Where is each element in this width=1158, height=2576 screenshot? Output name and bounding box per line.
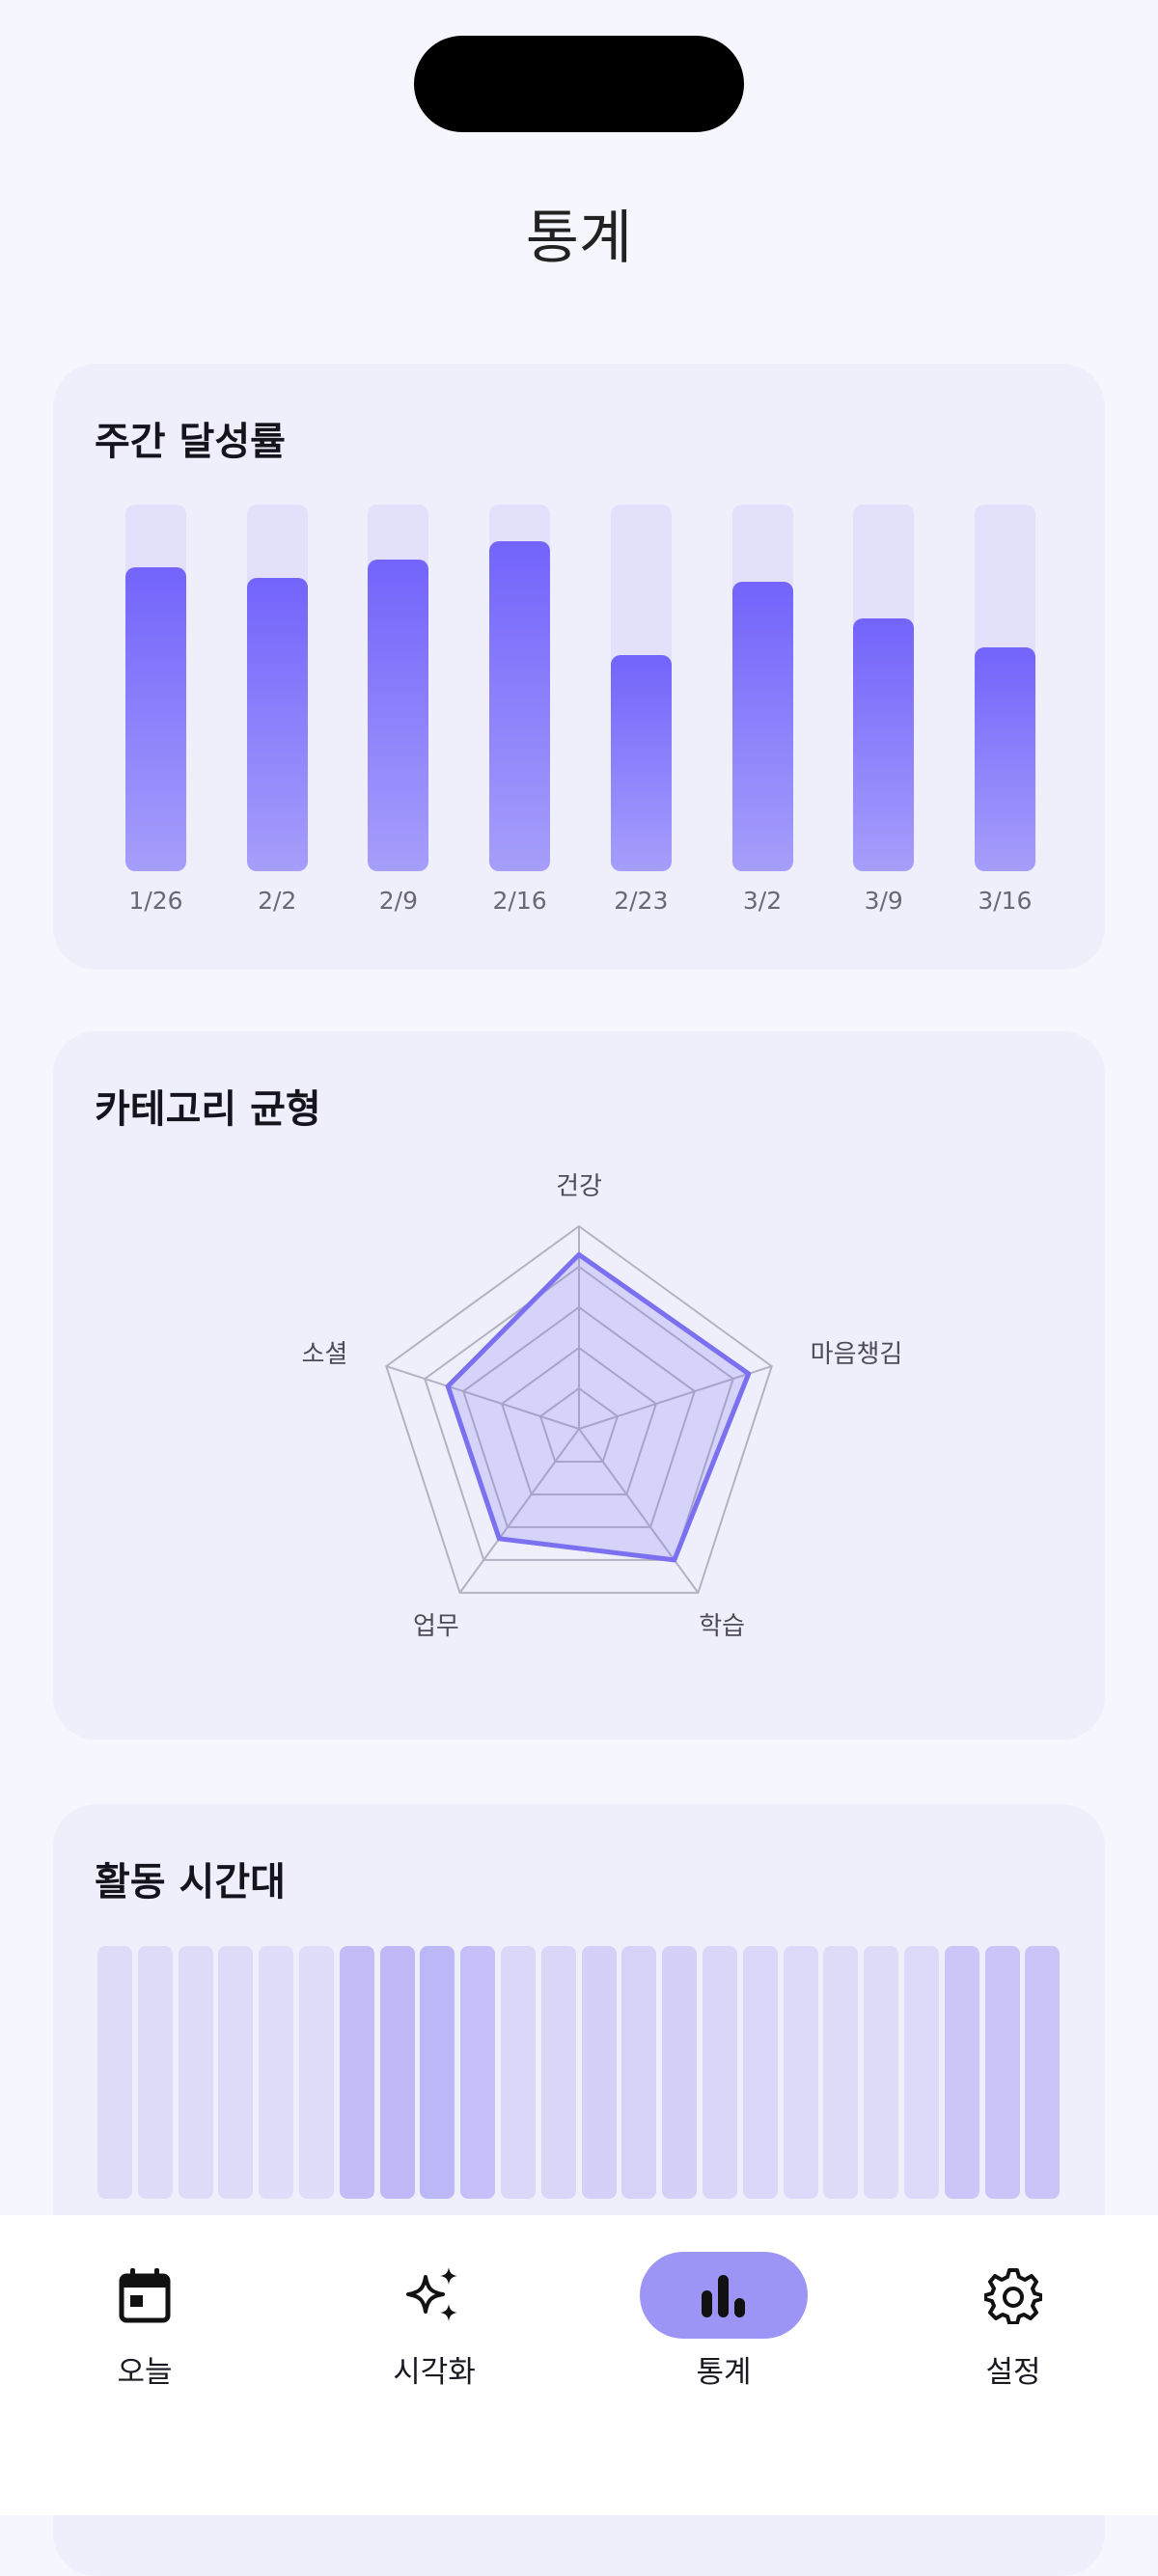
weekly-bar (853, 505, 915, 876)
weekly-bar (974, 505, 1035, 876)
nav-item-today[interactable]: 오늘 (29, 2215, 261, 2408)
bar-chart-icon (702, 2275, 745, 2317)
hour-cell (339, 1946, 374, 2199)
bottom-navigation: 오늘 시각화 통계 설정 (0, 2215, 1158, 2515)
hour-cell (944, 1946, 979, 2199)
gear-icon (984, 2268, 1042, 2324)
radar-axis-label: 마음챙김 (811, 1340, 903, 1369)
hour-cell (581, 1946, 617, 2199)
calendar-icon (119, 2268, 171, 2323)
hour-cell (501, 1946, 536, 2199)
nav-icon-wrap-settings (929, 2252, 1097, 2339)
weekly-bar-label: 3/9 (864, 887, 903, 915)
nav-item-settings[interactable]: 설정 (897, 2215, 1129, 2408)
hour-cell (703, 1946, 737, 2199)
hour-cell (823, 1946, 859, 2199)
camera-notch (414, 36, 744, 132)
weekly-bar-label: 2/2 (258, 887, 297, 915)
weekly-bar-fill (125, 566, 186, 871)
hour-cell (904, 1946, 939, 2199)
nav-label-today: 오늘 (117, 2355, 173, 2390)
hour-cell (218, 1946, 254, 2199)
page-title: 통계 (525, 205, 633, 272)
weekly-bar-fill (368, 560, 429, 871)
radar-axis-label: 업무 (413, 1612, 459, 1641)
radar-data-polygon (445, 1251, 752, 1563)
nav-label-settings: 설정 (985, 2355, 1041, 2390)
nav-label-stats: 통계 (696, 2355, 752, 2390)
hour-cell (783, 1946, 818, 2199)
weekly-card-title: 주간 달성률 (95, 420, 286, 464)
weekly-bar-fill (489, 541, 551, 871)
hour-cell (460, 1946, 496, 2199)
hour-cell (1025, 1946, 1061, 2199)
weekly-achievement-card: 주간 달성률 1/26 2/2 2/9 2/16 2/23 3/2 3/9 3/16 (53, 364, 1105, 970)
hour-cell (540, 1946, 576, 2199)
weekly-bar-fill (974, 647, 1035, 871)
weekly-bar-fill (610, 654, 672, 871)
nav-label-visualize: 시각화 (393, 2355, 476, 2390)
hour-cell (984, 1946, 1020, 2199)
hour-cell (864, 1946, 899, 2199)
weekly-bar-fill (246, 578, 308, 871)
nav-icon-wrap-today (61, 2252, 229, 2339)
hour-cell (662, 1946, 698, 2199)
weekly-bar-label: 3/2 (742, 887, 783, 915)
nav-item-stats[interactable]: 통계 (608, 2215, 840, 2408)
hour-cell (178, 1946, 213, 2199)
nav-item-visualize[interactable]: 시각화 (318, 2215, 550, 2408)
radar-axis-label: 건강 (556, 1172, 602, 1201)
sparkles-icon (406, 2267, 457, 2321)
hour-cell (299, 1946, 334, 2199)
hour-cell (379, 1946, 415, 2199)
nav-icon-wrap-visualize (350, 2252, 518, 2339)
category-radar-chart: 건강마음챙김학습 업무 소셜 (301, 1172, 903, 1641)
weekly-bar-label: 2/9 (378, 887, 418, 915)
weekly-bar-label: 2/16 (492, 887, 547, 915)
hour-cell (97, 1946, 132, 2199)
weekly-bar-fill (731, 581, 793, 871)
weekly-bar-label: 1/26 (128, 887, 183, 915)
radar-axis-label: 소셜 (301, 1340, 347, 1369)
radar-axis-label: 학습 (699, 1612, 745, 1641)
weekly-bar (246, 505, 308, 876)
weekly-bar-fill (853, 617, 915, 871)
weekly-bar (489, 505, 551, 876)
weekly-bar (731, 505, 793, 876)
weekly-bar-label: 2/23 (614, 887, 669, 915)
nav-icon-wrap-stats (640, 2252, 808, 2339)
hour-cell (137, 1946, 173, 2199)
time-card-title: 활동 시간대 (95, 1860, 286, 1905)
weekly-bar (125, 505, 186, 876)
hour-cell (420, 1946, 455, 2199)
weekly-bar (368, 505, 429, 876)
hour-cell (621, 1946, 657, 2199)
weekly-bar (610, 505, 672, 876)
hour-cell (259, 1946, 294, 2199)
hour-cell (742, 1946, 778, 2199)
weekly-bar-label: 3/16 (978, 887, 1033, 915)
category-balance-card: 카테고리 균형 건강 마음챙김 학습 업무 소셜 (53, 1031, 1105, 1740)
